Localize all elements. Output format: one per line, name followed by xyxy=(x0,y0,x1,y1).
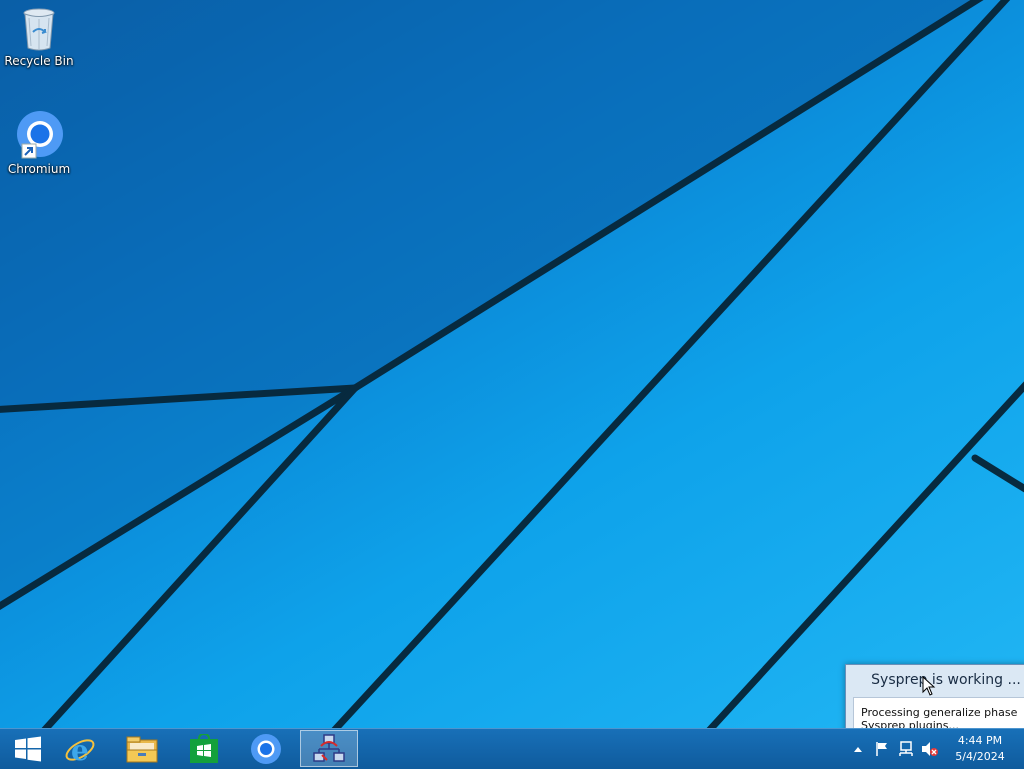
recycle-bin-icon xyxy=(23,8,55,51)
store-taskbar-button[interactable] xyxy=(176,730,232,767)
mouse-cursor-icon xyxy=(922,676,936,696)
show-hidden-icons-chevron[interactable] xyxy=(848,739,868,759)
svg-text:e: e xyxy=(71,734,89,765)
wallpaper xyxy=(0,0,1024,728)
windows-logo-icon xyxy=(15,736,41,761)
clock-date: 5/4/2024 xyxy=(955,750,1005,763)
sysprep-taskbar-button[interactable] xyxy=(300,730,358,767)
chromium-taskbar-icon xyxy=(251,733,281,764)
internet-explorer-taskbar-button[interactable]: e xyxy=(52,730,108,767)
network-icon[interactable] xyxy=(896,739,916,759)
recycle-bin-desktop-icon[interactable]: Recycle Bin xyxy=(2,6,76,68)
store-icon xyxy=(190,733,218,763)
desktop[interactable]: Recycle Bin Chromium Sysprep is working … xyxy=(0,0,1024,728)
chromium-label: Chromium xyxy=(7,162,71,176)
internet-explorer-icon: e xyxy=(65,734,95,765)
sysprep-window-client: Processing generalize phase Sysprep plug… xyxy=(853,697,1024,728)
sysprep-network-icon xyxy=(313,733,345,762)
chromium-desktop-icon[interactable]: Chromium xyxy=(2,110,76,176)
chromium-taskbar-button[interactable] xyxy=(238,730,294,767)
file-explorer-icon xyxy=(126,736,158,762)
start-button[interactable] xyxy=(0,730,56,767)
taskbar-clock[interactable]: 4:44 PM 5/4/2024 xyxy=(944,733,1016,765)
sysprep-status-text: Processing generalize phase Sysprep plug… xyxy=(861,706,1018,728)
chromium-icon xyxy=(17,111,63,159)
clock-time: 4:44 PM xyxy=(957,734,1003,747)
file-explorer-taskbar-button[interactable] xyxy=(114,730,170,767)
sysprep-window[interactable]: Sysprep is working ... Processing genera… xyxy=(845,664,1024,728)
action-center-flag-icon[interactable] xyxy=(872,739,892,759)
taskbar: e 4:44 PM 5/4/2024 xyxy=(0,728,1024,769)
recycle-bin-label: Recycle Bin xyxy=(4,54,74,68)
volume-muted-icon[interactable] xyxy=(920,739,940,759)
